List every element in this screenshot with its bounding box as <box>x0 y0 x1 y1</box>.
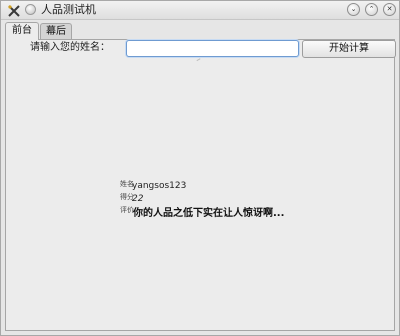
minimize-button[interactable]: ⌄ <box>347 3 360 16</box>
result-score-value: 22 <box>132 194 144 204</box>
keep-above-icon[interactable] <box>25 4 36 15</box>
close-button[interactable]: ✕ <box>383 3 396 16</box>
name-input[interactable] <box>126 40 299 57</box>
title-bar[interactable]: 人品测试机 ⌄ ⌃ ✕ <box>1 1 399 20</box>
name-label: 请输入您的姓名： <box>30 42 110 53</box>
result-comment-label: 评价 <box>120 206 134 214</box>
window-title: 人品测试机 <box>41 3 96 16</box>
app-window: 人品测试机 ⌄ ⌃ ✕ 前台 幕后 请输入您的姓名： 开始计算 姓名 yangs… <box>0 0 400 336</box>
result-comment-value: 你的人品之低下实在让人惊讶啊... <box>133 208 285 219</box>
app-tools-icon[interactable] <box>7 3 21 17</box>
tab-panel <box>5 39 395 331</box>
maximize-button[interactable]: ⌃ <box>365 3 378 16</box>
tab-front[interactable]: 前台 <box>5 22 39 40</box>
tab-backstage[interactable]: 幕后 <box>40 23 72 39</box>
result-name-value: yangsos123 <box>132 181 187 191</box>
calculate-button[interactable]: 开始计算 <box>302 40 396 58</box>
